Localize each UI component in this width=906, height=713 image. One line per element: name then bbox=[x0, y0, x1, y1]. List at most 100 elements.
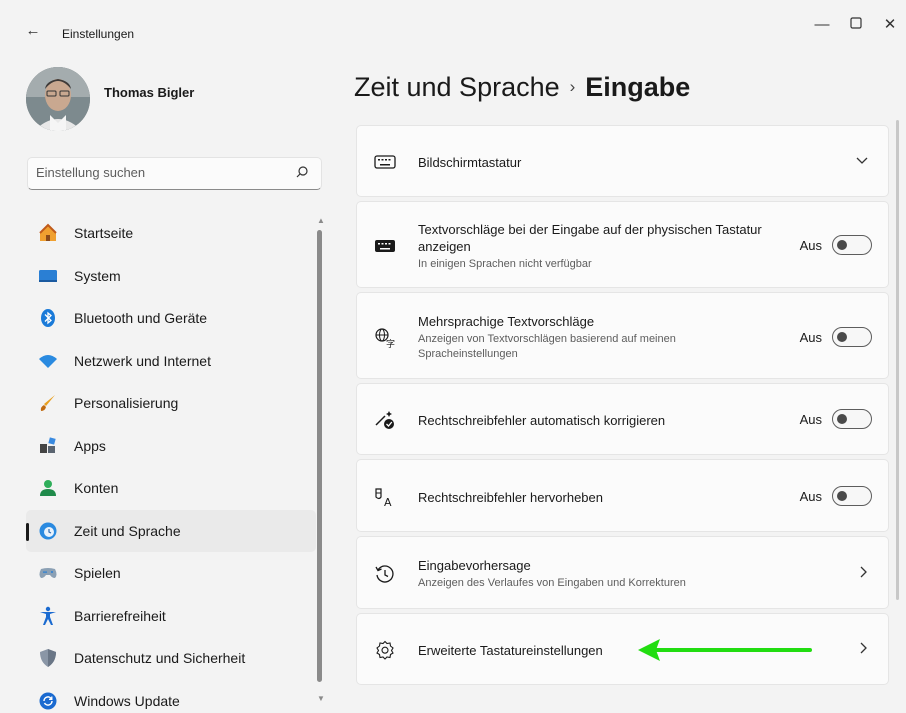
gear-icon bbox=[374, 639, 396, 661]
back-arrow-icon[interactable]: ← bbox=[22, 20, 44, 42]
toggle-state-label: Aus bbox=[799, 411, 822, 427]
sidebar-item-label: Windows Update bbox=[74, 692, 180, 709]
chevron-right-icon[interactable] bbox=[860, 641, 868, 657]
sidebar-item-personalisierung[interactable]: Personalisierung bbox=[26, 382, 316, 425]
chevron-down-icon[interactable] bbox=[856, 152, 868, 168]
accessibility-icon bbox=[38, 606, 58, 626]
sidebar-item-label: Personalisierung bbox=[74, 395, 179, 412]
language-icon: 字 bbox=[374, 327, 396, 349]
sidebar-item-label: Netzwerk und Internet bbox=[74, 352, 211, 369]
sidebar-item-label: Startseite bbox=[74, 225, 134, 242]
sidebar-item-datenschutz[interactable]: Datenschutz und Sicherheit bbox=[26, 637, 316, 680]
avatar[interactable] bbox=[26, 67, 90, 131]
toggle-control[interactable]: Aus bbox=[800, 327, 872, 347]
update-icon bbox=[38, 691, 58, 711]
toggle-knob bbox=[837, 332, 847, 342]
keyboard-filled-icon bbox=[374, 235, 396, 257]
sidebar-item-windows-update[interactable]: Windows Update bbox=[26, 680, 316, 713]
toggle-switch[interactable] bbox=[832, 327, 872, 347]
breadcrumb-separator: › bbox=[569, 77, 576, 96]
apps-icon bbox=[38, 436, 58, 456]
setting-title: Eingabevorhersage bbox=[418, 558, 531, 573]
toggle-knob bbox=[837, 491, 847, 501]
gamepad-icon bbox=[38, 563, 58, 583]
chevron-right-icon[interactable] bbox=[860, 565, 868, 581]
setting-title: Mehrsprachige Textvorschläge bbox=[418, 314, 595, 329]
toggle-knob bbox=[837, 240, 847, 250]
sidebar-item-label: Bluetooth und Geräte bbox=[74, 310, 208, 327]
globe-clock-icon bbox=[38, 521, 58, 541]
sidebar-item-bluetooth[interactable]: Bluetooth und Geräte bbox=[26, 297, 316, 340]
sidebar-item-label: Barrierefreiheit bbox=[74, 607, 166, 624]
shield-icon bbox=[38, 648, 58, 668]
title-bar: ← Einstellungen — ✕ bbox=[0, 0, 906, 60]
toggle-state-label: Aus bbox=[799, 237, 822, 253]
toggle-switch[interactable] bbox=[832, 409, 872, 429]
sidebar-item-label: System bbox=[74, 267, 121, 284]
monitor-icon bbox=[38, 266, 58, 286]
sidebar-item-system[interactable]: System bbox=[26, 255, 316, 298]
home-icon bbox=[38, 223, 58, 243]
toggle-switch[interactable] bbox=[832, 235, 872, 255]
sidebar-item-apps[interactable]: Apps bbox=[26, 425, 316, 468]
toggle-control[interactable]: Aus bbox=[800, 409, 872, 429]
sidebar-item-label: Konten bbox=[74, 480, 119, 497]
brush-icon bbox=[38, 393, 58, 413]
svg-text:字: 字 bbox=[386, 338, 395, 349]
setting-hervorheben[interactable]: A Rechtschreibfehler hervorheben Aus bbox=[356, 459, 889, 532]
setting-title: Rechtschreibfehler automatisch korrigier… bbox=[418, 413, 666, 428]
autocorrect-icon bbox=[374, 409, 396, 431]
sidebar-item-netzwerk[interactable]: Netzwerk und Internet bbox=[26, 340, 316, 383]
setting-autokorrektur[interactable]: Rechtschreibfehler automatisch korrigier… bbox=[356, 383, 889, 455]
person-icon bbox=[38, 478, 58, 498]
setting-description: Anzeigen des Verlaufes von Eingaben und … bbox=[418, 577, 686, 589]
breadcrumb-parent[interactable]: Zeit und Sprache bbox=[354, 72, 560, 102]
setting-description: In einigen Sprachen nicht verfügbar bbox=[418, 258, 592, 270]
sidebar-scroll-thumb[interactable] bbox=[317, 230, 322, 682]
setting-eingabevorhersage[interactable]: Eingabevorhersage Anzeigen des Verlaufes… bbox=[356, 536, 889, 609]
sidebar-item-startseite[interactable]: Startseite bbox=[26, 212, 316, 255]
app-title: Einstellungen bbox=[62, 27, 135, 41]
sidebar-item-barrierefreiheit[interactable]: Barrierefreiheit bbox=[26, 595, 316, 638]
sidebar-item-label: Apps bbox=[74, 437, 106, 454]
active-indicator bbox=[26, 522, 29, 541]
bluetooth-icon bbox=[38, 308, 58, 328]
sidebar-item-spielen[interactable]: Spielen bbox=[26, 552, 316, 595]
spellcheck-icon: A bbox=[374, 486, 396, 508]
history-icon bbox=[374, 563, 396, 585]
setting-title: Erweiterte Tastatureinstellungen bbox=[418, 643, 603, 658]
search-input[interactable] bbox=[36, 165, 276, 180]
setting-title: Bildschirmtastatur bbox=[418, 155, 522, 170]
toggle-state-label: Aus bbox=[799, 329, 822, 345]
search-icon[interactable] bbox=[295, 165, 311, 181]
keyboard-icon bbox=[374, 151, 396, 173]
close-icon[interactable]: ✕ bbox=[870, 10, 906, 40]
sidebar-item-konten[interactable]: Konten bbox=[26, 467, 316, 510]
setting-title: Textvorschläge bei der Eingabe auf der p… bbox=[418, 222, 762, 254]
sidebar-item-label: Zeit und Sprache bbox=[74, 522, 181, 539]
breadcrumb: Zeit und Sprache › Eingabe bbox=[354, 72, 690, 103]
annotation-arrow-icon bbox=[636, 636, 814, 671]
toggle-switch[interactable] bbox=[832, 486, 872, 506]
toggle-control[interactable]: Aus bbox=[800, 235, 872, 255]
search-box[interactable] bbox=[27, 157, 322, 190]
setting-mehrsprachig[interactable]: 字 Mehrsprachige Textvorschläge Anzeigen … bbox=[356, 292, 889, 379]
setting-textvorschlaege[interactable]: Textvorschläge bei der Eingabe auf der p… bbox=[356, 201, 889, 288]
sidebar-nav: Startseite System Bluetooth und Geräte N… bbox=[26, 212, 316, 713]
user-name: Thomas Bigler bbox=[104, 85, 195, 100]
sidebar-item-label: Spielen bbox=[74, 565, 121, 582]
page-title: Eingabe bbox=[585, 72, 691, 102]
toggle-knob bbox=[837, 414, 847, 424]
content-scrollbar[interactable] bbox=[896, 120, 899, 600]
toggle-state-label: Aus bbox=[799, 488, 822, 504]
scroll-up-icon[interactable]: ▲ bbox=[317, 216, 325, 225]
scroll-down-icon[interactable]: ▼ bbox=[317, 694, 325, 703]
setting-description: Anzeigen von Textvorschlägen basierend a… bbox=[418, 333, 676, 360]
sidebar-item-zeit-und-sprache[interactable]: Zeit und Sprache bbox=[26, 509, 316, 552]
svg-text:A: A bbox=[384, 496, 392, 508]
setting-title: Rechtschreibfehler hervorheben bbox=[418, 490, 603, 505]
sidebar-item-label: Datenschutz und Sicherheit bbox=[74, 650, 246, 667]
wifi-icon bbox=[38, 351, 58, 371]
toggle-control[interactable]: Aus bbox=[800, 486, 872, 506]
setting-bildschirmtastatur[interactable]: Bildschirmtastatur bbox=[356, 125, 889, 197]
